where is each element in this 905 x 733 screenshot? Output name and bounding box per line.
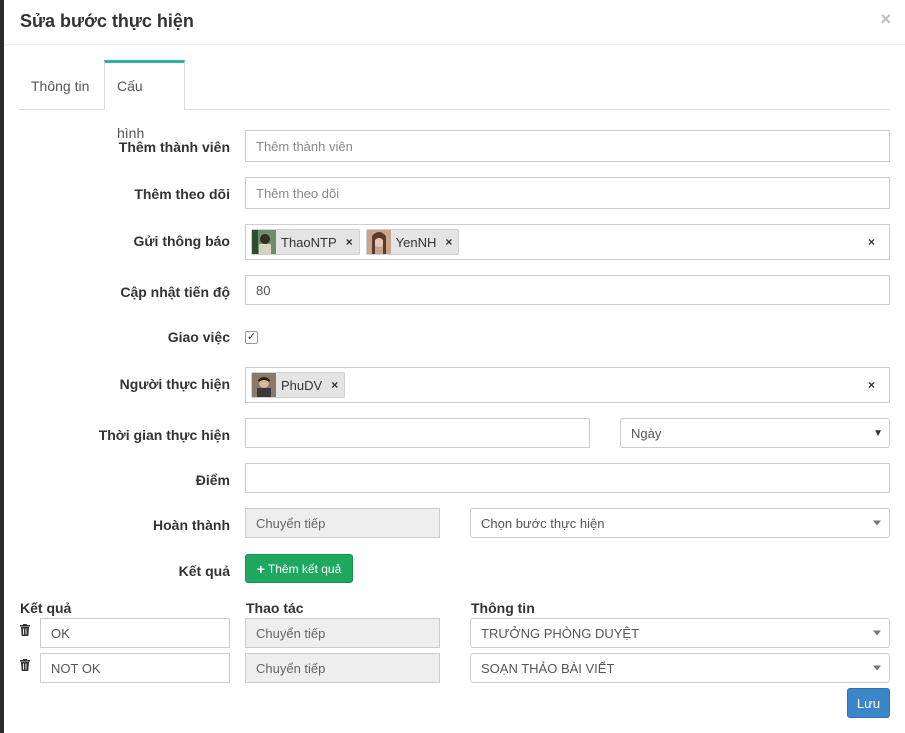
trash-icon[interactable] bbox=[20, 659, 30, 671]
tab-config[interactable]: Cấu hình bbox=[104, 60, 185, 141]
action-field: Chuyển tiếp bbox=[245, 618, 440, 648]
modal-title: Sửa bước thực hiện bbox=[20, 11, 194, 31]
clear-icon[interactable]: × bbox=[868, 235, 875, 249]
dropdown-arrow-icon: ▼ bbox=[873, 427, 883, 439]
progress-label: Cập nhật tiến độ bbox=[120, 284, 230, 300]
complete-step-value: Chọn bước thực hiện bbox=[481, 515, 605, 531]
avatar bbox=[366, 230, 391, 254]
info-value: SOẠN THẢO BÀI VIẾT bbox=[481, 660, 615, 676]
chevron-down-icon bbox=[873, 630, 881, 636]
score-input[interactable] bbox=[245, 463, 890, 493]
score-label: Điểm bbox=[195, 472, 230, 488]
tab-info[interactable]: Thông tin bbox=[19, 60, 104, 108]
save-button[interactable]: Lưu bbox=[847, 688, 890, 718]
info-value: TRƯỞNG PHÒNG DUYỆT bbox=[481, 625, 640, 641]
tag-label: ThaoNTP bbox=[281, 234, 337, 250]
add-result-button[interactable]: + Thêm kết quả bbox=[245, 554, 353, 583]
chevron-down-icon bbox=[873, 520, 881, 526]
remove-tag-icon[interactable]: × bbox=[445, 235, 452, 249]
assignee-select[interactable]: PhuDV × × bbox=[245, 367, 890, 403]
remove-tag-icon[interactable]: × bbox=[346, 235, 353, 249]
complete-action-field: Chuyển tiếp bbox=[245, 508, 440, 538]
duration-input[interactable] bbox=[245, 418, 590, 448]
result-input[interactable]: NOT OK bbox=[40, 653, 230, 683]
result-input[interactable]: OK bbox=[40, 618, 230, 648]
close-icon[interactable]: × bbox=[880, 9, 891, 30]
duration-unit-select[interactable]: Ngày ▼ bbox=[620, 418, 890, 448]
col-header-result: Kết quả bbox=[20, 600, 72, 616]
tag-phudv: PhuDV × bbox=[251, 372, 346, 398]
duration-unit-value: Ngày bbox=[631, 425, 662, 441]
modal-header: Sửa bước thực hiện × bbox=[4, 0, 905, 45]
info-select[interactable]: TRƯỞNG PHÒNG DUYỆT bbox=[470, 618, 890, 648]
complete-step-select[interactable]: Chọn bước thực hiện bbox=[470, 508, 890, 538]
tag-thaontp: ThaoNTP × bbox=[251, 229, 360, 255]
assign-label: Giao việc bbox=[167, 329, 230, 345]
avatar bbox=[252, 373, 276, 397]
add-member-label: Thêm thành viên bbox=[118, 139, 230, 155]
add-follow-input[interactable]: Thêm theo dõi bbox=[245, 177, 890, 209]
trash-icon[interactable] bbox=[20, 624, 30, 636]
tag-yennh: YenNH × bbox=[365, 229, 460, 255]
add-result-label: Thêm kết quả bbox=[267, 561, 342, 576]
clear-icon[interactable]: × bbox=[868, 378, 875, 392]
col-header-action: Thao tác bbox=[246, 600, 304, 616]
plus-icon: + bbox=[256, 560, 265, 577]
edit-step-modal: Sửa bước thực hiện × Thông tin Cấu hình … bbox=[4, 0, 905, 733]
add-member-input[interactable]: Thêm thành viên bbox=[245, 130, 890, 162]
duration-label: Thời gian thực hiện bbox=[98, 427, 230, 443]
tag-label: PhuDV bbox=[281, 377, 323, 393]
assign-checkbox[interactable]: ✓ bbox=[245, 331, 258, 344]
tag-label: YenNH bbox=[395, 234, 437, 250]
notify-select[interactable]: ThaoNTP × YenNH × × bbox=[245, 224, 890, 260]
assignee-label: Người thực hiện bbox=[119, 376, 230, 392]
remove-tag-icon[interactable]: × bbox=[331, 378, 338, 392]
chevron-down-icon bbox=[873, 665, 881, 671]
progress-input[interactable]: 80 bbox=[245, 275, 890, 305]
complete-label: Hoàn thành bbox=[153, 517, 230, 533]
tab-bar: Thông tin Cấu hình bbox=[19, 60, 890, 141]
action-field: Chuyển tiếp bbox=[245, 653, 440, 683]
add-follow-label: Thêm theo dõi bbox=[134, 186, 230, 202]
col-header-info: Thông tin bbox=[471, 600, 535, 616]
notify-label: Gửi thông báo bbox=[133, 233, 230, 249]
info-select[interactable]: SOẠN THẢO BÀI VIẾT bbox=[470, 653, 890, 683]
avatar bbox=[252, 230, 276, 254]
result-label: Kết quả bbox=[178, 563, 230, 579]
